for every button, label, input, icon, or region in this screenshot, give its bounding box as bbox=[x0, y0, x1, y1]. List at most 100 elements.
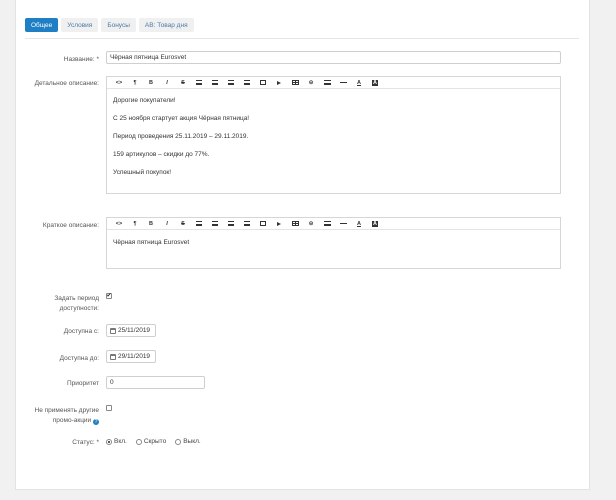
available-from-value: 25/11/2019 bbox=[118, 327, 151, 334]
form-panel: Общее Условия Бонусы AB: Товар дня Назва… bbox=[15, 0, 590, 490]
table-icon[interactable] bbox=[287, 78, 303, 88]
code-icon[interactable]: <> bbox=[111, 219, 127, 229]
status-off-label: Выкл. bbox=[183, 438, 201, 445]
name-input[interactable]: Чёрная пятница Eurosvet bbox=[106, 51, 561, 64]
outdent-icon[interactable] bbox=[223, 219, 239, 229]
status-hidden-label: Скрыто bbox=[143, 438, 167, 445]
detail-paragraph: Период проведения 25.11.2019 – 29.11.201… bbox=[113, 133, 249, 140]
calendar-icon bbox=[110, 327, 116, 334]
horizontal-rule-icon[interactable] bbox=[335, 219, 351, 229]
exclude-promos-label: Не применять другие промо-акции ? bbox=[35, 406, 99, 426]
radio-dot bbox=[106, 438, 112, 445]
image-icon[interactable] bbox=[255, 78, 271, 88]
unordered-list-icon[interactable] bbox=[191, 219, 207, 229]
tab-general[interactable]: Общее bbox=[25, 18, 59, 32]
text-color-glyph: A bbox=[357, 220, 361, 227]
short-editor-content[interactable]: Чёрная пятница Eurosvet bbox=[107, 230, 560, 262]
detail-description-editor: <> ¶ B I S ⊝ A A Дорогие покупатели! С 2… bbox=[106, 76, 561, 194]
bg-color-glyph: A bbox=[372, 79, 378, 86]
status-hidden-radio[interactable]: Скрыто bbox=[135, 438, 167, 445]
code-glyph: <> bbox=[115, 79, 123, 86]
image-icon[interactable] bbox=[255, 219, 271, 229]
link-icon[interactable]: ⊝ bbox=[303, 78, 319, 88]
tab-conditions[interactable]: Условия bbox=[61, 18, 99, 32]
paragraph-icon[interactable]: ¶ bbox=[127, 78, 143, 88]
align-icon[interactable] bbox=[319, 78, 335, 88]
italic-icon[interactable]: I bbox=[159, 78, 175, 88]
text-color-glyph: A bbox=[357, 79, 361, 86]
radio-dot bbox=[135, 438, 142, 445]
detail-paragraph: Дорогие покупатели! bbox=[113, 97, 176, 104]
italic-glyph: I bbox=[166, 220, 168, 227]
link-glyph: ⊝ bbox=[308, 79, 314, 86]
video-icon[interactable] bbox=[271, 219, 287, 229]
tab-product-of-day[interactable]: AB: Товар дня bbox=[138, 18, 194, 32]
exclude-promos-line1: Не применять другие bbox=[34, 407, 99, 414]
status-label: Статус: * bbox=[72, 439, 99, 446]
strikethrough-icon[interactable]: S bbox=[175, 78, 191, 88]
detail-editor-toolbar: <> ¶ B I S ⊝ A A bbox=[107, 77, 560, 89]
available-from-input[interactable]: 25/11/2019 bbox=[106, 324, 156, 337]
detail-editor-content[interactable]: Дорогие покупатели! С 25 ноября стартует… bbox=[107, 89, 560, 192]
available-to-input[interactable]: 29/11/2019 bbox=[106, 350, 156, 363]
strikethrough-icon[interactable]: S bbox=[175, 219, 191, 229]
text-color-icon[interactable]: A bbox=[351, 78, 367, 88]
help-icon[interactable]: ? bbox=[93, 419, 99, 425]
short-paragraph: Чёрная пятница Eurosvet bbox=[113, 239, 190, 246]
paragraph-glyph: ¶ bbox=[133, 79, 137, 86]
indent-icon[interactable] bbox=[239, 219, 255, 229]
outdent-icon[interactable] bbox=[223, 78, 239, 88]
period-checkbox[interactable] bbox=[106, 293, 112, 299]
align-icon[interactable] bbox=[319, 219, 335, 229]
bg-color-glyph: A bbox=[372, 220, 378, 227]
status-off-radio[interactable]: Выкл. bbox=[175, 438, 201, 445]
period-label-line1: Задать период bbox=[54, 295, 99, 302]
detail-paragraph: С 25 ноября стартует акция Чёрная пятниц… bbox=[113, 115, 250, 122]
calendar-icon bbox=[110, 353, 116, 360]
bold-glyph: B bbox=[149, 79, 153, 86]
text-color-icon[interactable]: A bbox=[351, 219, 367, 229]
status-on-radio[interactable]: Вкл. bbox=[106, 438, 127, 445]
short-description-label: Краткое описание: bbox=[42, 222, 99, 229]
italic-glyph: I bbox=[166, 79, 168, 86]
detail-paragraph: 159 артикулов – скидки до 77%. bbox=[113, 151, 210, 158]
detail-paragraph: Успешный покупок! bbox=[113, 169, 172, 176]
background-color-icon[interactable]: A bbox=[367, 219, 383, 229]
link-glyph: ⊝ bbox=[308, 220, 314, 227]
table-icon[interactable] bbox=[287, 219, 303, 229]
status-on-label: Вкл. bbox=[114, 438, 127, 445]
strike-glyph: S bbox=[181, 79, 185, 86]
exclude-promos-line2: промо-акции bbox=[52, 417, 92, 424]
horizontal-rule-icon[interactable] bbox=[335, 78, 351, 88]
ordered-list-icon[interactable] bbox=[207, 78, 223, 88]
link-icon[interactable]: ⊝ bbox=[303, 219, 319, 229]
bold-icon[interactable]: B bbox=[143, 78, 159, 88]
status-radio-group: Вкл. Скрыто Выкл. bbox=[106, 438, 201, 445]
paragraph-icon[interactable]: ¶ bbox=[127, 219, 143, 229]
bold-glyph: B bbox=[149, 220, 153, 227]
ordered-list-icon[interactable] bbox=[207, 219, 223, 229]
video-icon[interactable] bbox=[271, 78, 287, 88]
available-to-value: 29/11/2019 bbox=[118, 353, 151, 360]
code-icon[interactable]: <> bbox=[111, 78, 127, 88]
available-to-label: Доступна до: bbox=[59, 355, 99, 362]
background-color-icon[interactable]: A bbox=[367, 78, 383, 88]
bold-icon[interactable]: B bbox=[143, 219, 159, 229]
tab-bar: Общее Условия Бонусы AB: Товар дня bbox=[25, 18, 194, 34]
code-glyph: <> bbox=[115, 220, 123, 227]
unordered-list-icon[interactable] bbox=[191, 78, 207, 88]
period-label-line2: доступности: bbox=[59, 305, 99, 312]
radio-dot bbox=[175, 438, 182, 445]
short-description-editor: <> ¶ B I S ⊝ A A Чёрная пятница Eurosvet bbox=[106, 217, 561, 269]
period-label: Задать период доступности: bbox=[54, 294, 99, 314]
italic-icon[interactable]: I bbox=[159, 219, 175, 229]
exclude-promos-checkbox[interactable] bbox=[106, 405, 112, 411]
tab-bonuses[interactable]: Бонусы bbox=[101, 18, 136, 32]
name-label: Название: * bbox=[63, 56, 99, 63]
indent-icon[interactable] bbox=[239, 78, 255, 88]
short-editor-toolbar: <> ¶ B I S ⊝ A A bbox=[107, 218, 560, 230]
priority-input[interactable]: 0 bbox=[106, 376, 205, 389]
tab-divider bbox=[25, 38, 579, 39]
available-from-label: Доступна с: bbox=[63, 328, 99, 335]
detail-description-label: Детальное описание: bbox=[34, 80, 99, 87]
